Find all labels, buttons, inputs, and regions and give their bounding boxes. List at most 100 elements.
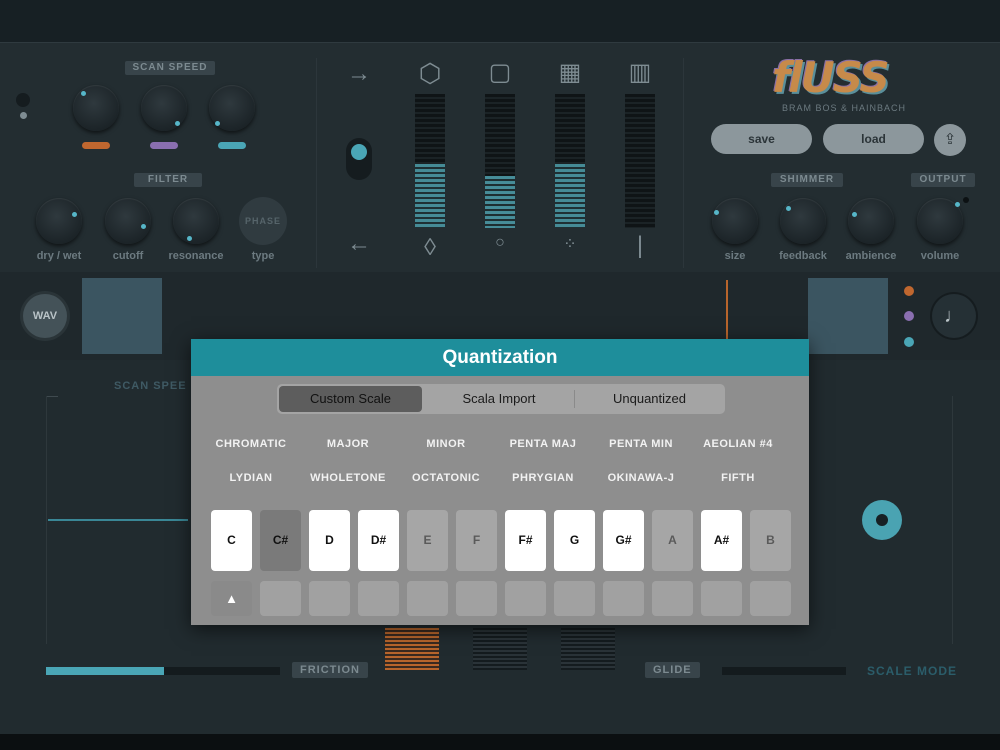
output-label: OUTPUT: [911, 173, 975, 187]
divider: [683, 58, 684, 268]
scale-mode-tabs: Custom Scale Scala Import Unquantized: [277, 384, 725, 414]
feedback-knob[interactable]: [780, 198, 826, 244]
scan-speed-knob-2[interactable]: [141, 85, 187, 131]
tab-scala-import[interactable]: Scala Import: [425, 386, 573, 412]
waveform-right[interactable]: [808, 278, 888, 354]
root-slot[interactable]: [309, 581, 350, 616]
scale-okinawa-j[interactable]: OKINAWA-J: [592, 472, 690, 484]
resonance-knob[interactable]: [173, 198, 219, 244]
level-meter-2[interactable]: [485, 94, 515, 228]
root-marker[interactable]: ▲: [211, 581, 252, 616]
cutoff-knob[interactable]: [105, 198, 151, 244]
waveform-left[interactable]: [82, 278, 162, 354]
phase-button[interactable]: PHASE: [239, 197, 287, 245]
purple-color-bar: [150, 142, 178, 149]
scale-wholetone[interactable]: WHOLETONE: [299, 472, 397, 484]
note-key[interactable]: A: [652, 510, 693, 571]
frame-line: [952, 396, 953, 644]
scale-mode-button[interactable]: SCALE MODE: [867, 664, 957, 678]
scale-lydian[interactable]: LYDIAN: [202, 472, 300, 484]
cube-icon[interactable]: ⬡: [415, 58, 445, 89]
purple-dot: [904, 311, 914, 321]
scale-chromatic[interactable]: CHROMATIC: [202, 438, 300, 450]
scale-penta-maj[interactable]: PENTA MAJ: [494, 438, 592, 450]
root-slot[interactable]: [750, 581, 791, 616]
indicator-dot: [16, 93, 30, 107]
teal-dot: [904, 337, 914, 347]
tab-custom-scale[interactable]: Custom Scale: [279, 386, 422, 412]
dot-icon[interactable]: ○: [485, 234, 515, 252]
root-slot[interactable]: [701, 581, 742, 616]
logo-subtitle: BRAM BOS & HAINBACH: [781, 103, 906, 113]
note-key[interactable]: G: [554, 510, 595, 571]
note-key[interactable]: F#: [505, 510, 546, 571]
wav-button[interactable]: WAV: [23, 294, 67, 338]
friction-slider[interactable]: [46, 667, 280, 675]
dialog-title: Quantization: [191, 339, 809, 376]
root-slot[interactable]: [505, 581, 546, 616]
scan-speed-knob-3[interactable]: [209, 85, 255, 131]
dark-stripes: [473, 628, 527, 670]
pad-handle[interactable]: [862, 500, 902, 540]
level-meter-3[interactable]: [555, 94, 585, 228]
direction-toggle[interactable]: [346, 138, 372, 180]
root-slot[interactable]: [260, 581, 301, 616]
note-key[interactable]: D: [309, 510, 350, 571]
square-icon[interactable]: ▢: [485, 58, 515, 87]
tab-unquantized[interactable]: Unquantized: [576, 386, 723, 412]
load-button[interactable]: load: [823, 124, 924, 154]
root-slot[interactable]: [358, 581, 399, 616]
scan-speed-label: SCAN SPEED: [125, 61, 215, 75]
orange-stripes: [385, 628, 439, 670]
orange-dot: [904, 286, 914, 296]
arrow-left-icon[interactable]: ←: [344, 230, 374, 258]
scale-aeolian-4[interactable]: AEOLIAN #4: [689, 438, 787, 450]
filter-label: FILTER: [134, 173, 202, 187]
note-key[interactable]: D#: [358, 510, 399, 571]
corner-mark: [46, 396, 58, 397]
root-slot[interactable]: [456, 581, 497, 616]
teal-color-bar: [218, 142, 246, 149]
divider: [316, 58, 317, 268]
scan-speed-knob-1[interactable]: [73, 85, 119, 131]
root-slot[interactable]: [603, 581, 644, 616]
scale-fifth[interactable]: FIFTH: [689, 472, 787, 484]
root-slot[interactable]: [407, 581, 448, 616]
size-knob[interactable]: [712, 198, 758, 244]
arrow-right-icon[interactable]: →: [344, 60, 374, 88]
scale-phrygian[interactable]: PHRYGIAN: [494, 472, 592, 484]
note-key[interactable]: B: [750, 510, 791, 571]
root-slot[interactable]: [554, 581, 595, 616]
bars-icon[interactable]: ▥: [625, 58, 655, 87]
ambience-knob[interactable]: [848, 198, 894, 244]
scale-minor[interactable]: MINOR: [397, 438, 495, 450]
note-key[interactable]: A#: [701, 510, 742, 571]
volume-knob[interactable]: [917, 198, 963, 244]
drop-icon[interactable]: ◊: [415, 234, 445, 262]
scatter-icon[interactable]: ⁘: [555, 234, 585, 254]
share-icon[interactable]: ⇪: [934, 124, 966, 156]
quantization-dialog: Quantization Custom Scale Scala Import U…: [191, 339, 809, 625]
scale-octatonic[interactable]: OCTATONIC: [397, 472, 495, 484]
note-key[interactable]: C: [211, 510, 252, 571]
level-meter-1[interactable]: [415, 94, 445, 228]
glide-slider[interactable]: [722, 667, 846, 675]
scan-speed-faded-label: SCAN SPEE: [114, 380, 187, 392]
note-key[interactable]: C#: [260, 510, 301, 571]
scale-major[interactable]: MAJOR: [299, 438, 397, 450]
dry-wet-knob[interactable]: [36, 198, 82, 244]
root-slot[interactable]: [652, 581, 693, 616]
orange-color-bar: [82, 142, 110, 149]
checker-icon[interactable]: ▦: [555, 58, 585, 87]
volume-label: volume: [920, 250, 960, 262]
note-key[interactable]: G#: [603, 510, 644, 571]
frame-line: [46, 396, 47, 644]
level-meter-4[interactable]: [625, 94, 655, 228]
line-icon[interactable]: |: [625, 232, 655, 260]
ambience-label: ambience: [845, 250, 897, 262]
note-key[interactable]: F: [456, 510, 497, 571]
scale-penta-min[interactable]: PENTA MIN: [592, 438, 690, 450]
save-button[interactable]: save: [711, 124, 812, 154]
note-key[interactable]: E: [407, 510, 448, 571]
note-icon[interactable]: ♩: [932, 294, 976, 338]
